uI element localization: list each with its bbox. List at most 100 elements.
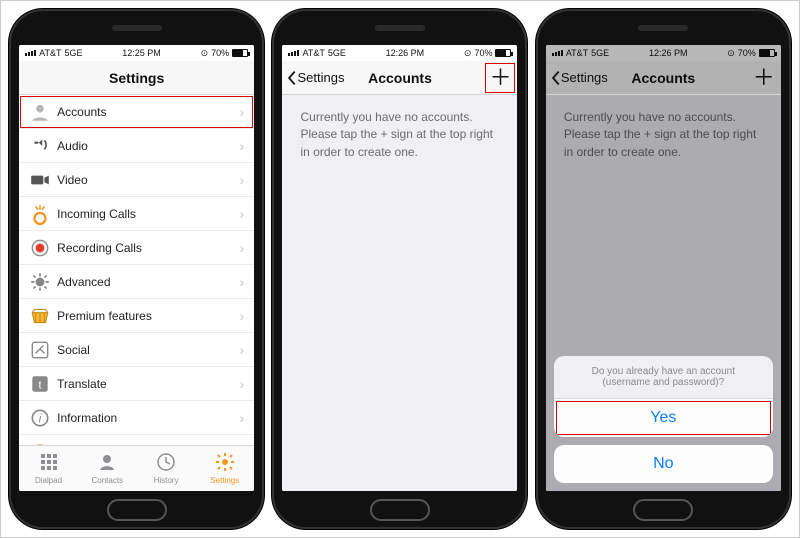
tab-settings[interactable]: Settings <box>195 446 254 491</box>
signal-icon <box>552 50 563 56</box>
network-label: 5GE <box>591 48 609 58</box>
sheet-msg-line: (username and password)? <box>568 377 759 388</box>
tab-label: Settings <box>210 476 239 485</box>
battery-icon <box>759 49 775 57</box>
row-label: Premium features <box>57 309 239 323</box>
row-video[interactable]: Video› <box>19 163 254 197</box>
tab-history[interactable]: History <box>137 446 196 491</box>
sheet-yes-button[interactable]: Yes <box>554 399 773 437</box>
information-icon: i <box>29 407 51 429</box>
settings-icon <box>215 452 235 474</box>
alarm-icon: ⊙ <box>464 48 472 59</box>
row-label: Translate <box>57 377 239 391</box>
row-label: Incoming Calls <box>57 207 239 221</box>
tab-label: Contacts <box>91 476 123 485</box>
empty-line: Please tap the + sign at the top right <box>564 126 763 143</box>
row-recording-calls[interactable]: Recording Calls› <box>19 231 254 265</box>
empty-line: in order to create one. <box>300 144 499 161</box>
row-label: Recording Calls <box>57 241 239 255</box>
chevron-right-icon: › <box>239 240 244 256</box>
empty-line: in order to create one. <box>564 144 763 161</box>
video-icon <box>29 169 51 191</box>
carrier-label: AT&T <box>302 48 324 58</box>
empty-line: Currently you have no accounts. <box>300 109 499 126</box>
status-bar: AT&T 5GE 12:26 PM ⊙ 70% <box>282 45 517 61</box>
row-advanced[interactable]: Advanced› <box>19 265 254 299</box>
empty-line: Please tap the + sign at the top right <box>300 126 499 143</box>
history-icon <box>156 452 176 474</box>
row-audio[interactable]: Audio› <box>19 129 254 163</box>
audio-icon <box>29 135 51 157</box>
highlight-box <box>485 63 515 93</box>
recording-icon <box>29 237 51 259</box>
chevron-right-icon: › <box>239 104 244 120</box>
nav-bar: Settings Accounts ＋ <box>282 61 517 95</box>
action-sheet: Do you already have an account (username… <box>554 356 773 483</box>
page-title: Accounts <box>546 70 781 86</box>
empty-accounts-message: Currently you have no accounts. Please t… <box>282 95 517 491</box>
row-label: About <box>57 445 239 446</box>
screen-settings: AT&T 5GE 12:25 PM ⊙ 70% Settings Account… <box>19 45 254 491</box>
chevron-right-icon: › <box>239 342 244 358</box>
row-label: Advanced <box>57 275 239 289</box>
signal-icon <box>25 50 36 56</box>
row-incoming-calls[interactable]: Incoming Calls› <box>19 197 254 231</box>
row-premium-features[interactable]: Premium features› <box>19 299 254 333</box>
battery-pct: 70% <box>211 48 229 58</box>
network-label: 5GE <box>328 48 346 58</box>
clock: 12:26 PM <box>649 48 688 58</box>
row-label: Audio <box>57 139 239 153</box>
dialpad-icon <box>39 452 59 474</box>
sheet-no-button[interactable]: No <box>554 445 773 483</box>
translate-icon: t <box>29 373 51 395</box>
tab-bar: Dialpad Contacts History Settings <box>19 445 254 491</box>
advanced-icon <box>29 271 51 293</box>
chevron-right-icon: › <box>239 444 244 446</box>
row-social[interactable]: Social› <box>19 333 254 367</box>
row-accounts[interactable]: Accounts› <box>19 95 254 129</box>
row-information[interactable]: iInformation› <box>19 401 254 435</box>
battery-icon <box>232 49 248 57</box>
clock: 12:26 PM <box>386 48 425 58</box>
row-about[interactable]: About› <box>19 435 254 445</box>
screen-accounts-empty: AT&T 5GE 12:26 PM ⊙ 70% Settings Account… <box>282 45 517 491</box>
about-icon <box>29 441 51 446</box>
row-label: Social <box>57 343 239 357</box>
alarm-icon: ⊙ <box>727 48 735 59</box>
tab-dialpad[interactable]: Dialpad <box>19 446 78 491</box>
page-title: Settings <box>19 70 254 86</box>
sheet-msg-line: Do you already have an account <box>568 366 759 377</box>
sheet-message: Do you already have an account (username… <box>554 356 773 399</box>
tab-label: History <box>154 476 179 485</box>
row-label: Accounts <box>57 105 239 119</box>
phone-3: AT&T 5GE 12:26 PM ⊙ 70% Settings Account… <box>536 9 791 529</box>
chevron-right-icon: › <box>239 206 244 222</box>
accounts-icon <box>29 101 51 123</box>
empty-line: Currently you have no accounts. <box>564 109 763 126</box>
battery-pct: 70% <box>738 48 756 58</box>
status-bar: AT&T 5GE 12:26 PM ⊙ 70% <box>546 45 781 61</box>
chevron-right-icon: › <box>239 172 244 188</box>
page-title: Accounts <box>282 70 517 86</box>
phone-2: AT&T 5GE 12:26 PM ⊙ 70% Settings Account… <box>272 9 527 529</box>
phone-1: AT&T 5GE 12:25 PM ⊙ 70% Settings Account… <box>9 9 264 529</box>
premium-icon <box>29 305 51 327</box>
row-translate[interactable]: t Translate› <box>19 367 254 401</box>
network-label: 5GE <box>65 48 83 58</box>
add-button[interactable]: ＋ <box>753 67 775 89</box>
chevron-right-icon: › <box>239 376 244 392</box>
signal-icon <box>288 50 299 56</box>
nav-bar: Settings <box>19 61 254 95</box>
svg-text:i: i <box>39 411 42 425</box>
clock: 12:25 PM <box>122 48 161 58</box>
contacts-icon <box>97 452 117 474</box>
social-icon <box>29 339 51 361</box>
alarm-icon: ⊙ <box>201 48 209 59</box>
chevron-right-icon: › <box>239 410 244 426</box>
nav-bar: Settings Accounts ＋ <box>546 61 781 95</box>
status-bar: AT&T 5GE 12:25 PM ⊙ 70% <box>19 45 254 61</box>
svg-text:t: t <box>39 379 42 391</box>
tab-contacts[interactable]: Contacts <box>78 446 137 491</box>
chevron-right-icon: › <box>239 138 244 154</box>
battery-pct: 70% <box>474 48 492 58</box>
